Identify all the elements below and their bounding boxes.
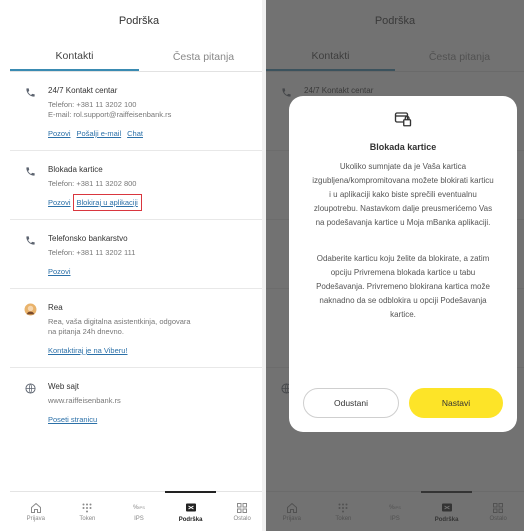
phone-number: Telefon: +381 11 3202 800 — [48, 179, 137, 188]
card-block-item: Blokada kartice Telefon: +381 11 3202 80… — [10, 151, 268, 220]
contact-list: 24/7 Kontakt centar Telefon: +381 11 320… — [10, 72, 268, 491]
phone-icon — [22, 232, 38, 248]
nav-label: Token — [79, 516, 96, 522]
contact-title: Rea — [48, 303, 63, 312]
dialog-body-paragraph-2: Odaberite karticu koju želite da blokira… — [316, 254, 490, 319]
dialog-actions: Odustani Nastavi — [303, 388, 503, 418]
card-lock-icon — [394, 110, 412, 128]
chat-link[interactable]: Chat — [127, 129, 143, 138]
nav-item-login[interactable]: Prijava — [10, 492, 62, 531]
nav-label: Ostalo — [233, 516, 251, 522]
website-url: www.raiffeisenbank.rs — [48, 396, 121, 405]
nav-item-token[interactable]: Token — [62, 492, 114, 531]
website-item: Web sajt www.raiffeisenbank.rs Poseti st… — [10, 368, 268, 436]
rea-description-line: na pitanja 24h dnevno. — [48, 327, 124, 336]
block-in-app-link[interactable]: Blokiraj u aplikaciji — [72, 194, 142, 211]
contact-title: Web sajt — [48, 382, 79, 391]
contact-links: Pozovi — [48, 267, 256, 288]
page-title: Podrška — [118, 15, 160, 27]
send-email-link[interactable]: Pošalji e-mail — [77, 129, 122, 138]
viber-link[interactable]: Kontaktiraj je na Viberu! — [48, 346, 128, 355]
call-link[interactable]: Pozovi — [48, 267, 71, 276]
contact-detail: Telefon: +381 11 3202 800 — [48, 179, 256, 189]
contact-links: Pozovi Blokiraj u aplikaciji — [48, 194, 256, 219]
call-link[interactable]: Pozovi — [48, 198, 71, 207]
nav-label: Podrška — [178, 516, 203, 523]
dialog-title: Blokada kartice — [369, 142, 437, 152]
contact-title: 24/7 Kontakt centar — [48, 86, 118, 95]
cancel-button[interactable]: Odustani — [303, 388, 399, 418]
continue-button[interactable]: Nastavi — [409, 388, 503, 418]
contact-detail: www.raiffeisenbank.rs — [48, 396, 256, 406]
nav-label: Prijava — [26, 516, 45, 522]
phone-number: Telefon: +381 11 3202 100 — [48, 100, 137, 109]
contact-center-item: 24/7 Kontakt centar Telefon: +381 11 320… — [10, 72, 268, 151]
contact-links: Pozovi Pošalji e-mail Chat — [48, 129, 256, 150]
contact-detail: Rea, vaša digitalna asistentkinja, odgov… — [48, 317, 256, 337]
rea-assistant-item: Rea Rea, vaša digitalna asistentkinja, o… — [10, 289, 268, 368]
token-icon — [80, 501, 94, 514]
email-address: E-mail: rol.support@raiffeisenbank.rs — [48, 110, 172, 119]
grid-icon — [235, 501, 249, 514]
card-block-dialog: Blokada kartice Ukoliko sumnjate da je V… — [289, 96, 517, 432]
support-screen: Podrška Kontakti Česta pitanja 24/7 Kont… — [10, 0, 268, 531]
ips-icon: %IPS — [133, 504, 145, 511]
phone-number: Telefon: +381 11 3202 111 — [48, 248, 136, 257]
nav-label: IPS — [134, 516, 144, 522]
tab-faq[interactable]: Česta pitanja — [139, 42, 268, 71]
contact-title: Telefonsko bankarstvo — [48, 234, 128, 243]
header: Podrška — [10, 0, 268, 42]
nav-item-ips[interactable]: %IPS IPS — [113, 492, 165, 531]
visit-page-link[interactable]: Poseti stranicu — [48, 415, 97, 424]
contact-detail: Telefon: +381 11 3202 100 E-mail: rol.su… — [48, 100, 256, 120]
phone-banking-item: Telefonsko bankarstvo Telefon: +381 11 3… — [10, 220, 268, 289]
contact-links: Kontaktiraj je na Viberu! — [48, 346, 256, 367]
nav-item-support[interactable]: Podrška — [164, 491, 217, 531]
support-screen-with-modal: Podrška Kontakti Česta pitanja 24/7 Kont… — [266, 0, 524, 531]
phone-icon — [22, 84, 38, 100]
home-icon — [29, 501, 43, 514]
tabs: Kontakti Česta pitanja — [10, 42, 268, 72]
rea-description-line: Rea, vaša digitalna asistentkinja, odgov… — [48, 317, 191, 326]
bottom-nav: Prijava Token %IPS IPS Podrška Ostalo — [10, 491, 268, 531]
contact-title: Blokada kartice — [48, 165, 103, 174]
globe-icon — [22, 380, 38, 396]
phone-icon — [22, 163, 38, 179]
contact-detail: Telefon: +381 11 3202 111 — [48, 248, 256, 258]
rea-avatar-icon — [22, 301, 38, 317]
call-link[interactable]: Pozovi — [48, 129, 71, 138]
support-icon — [184, 502, 198, 515]
tab-contacts[interactable]: Kontakti — [10, 42, 139, 71]
contact-links: Poseti stranicu — [48, 415, 256, 436]
nav-item-other[interactable]: Ostalo — [216, 492, 268, 531]
dialog-body-paragraph-1: Ukoliko sumnjate da je Vaša kartica izgu… — [312, 162, 494, 227]
